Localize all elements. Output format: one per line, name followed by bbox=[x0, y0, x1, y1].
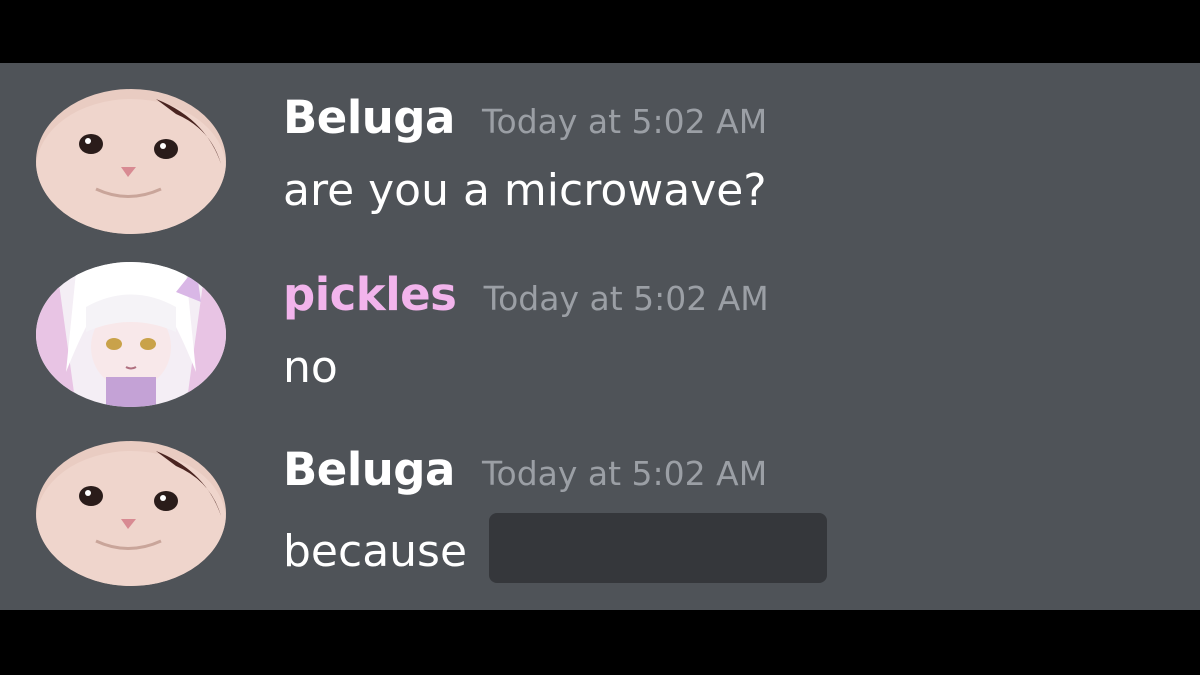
timestamp: Today at 5:02 AM bbox=[481, 102, 768, 141]
message-header: pickles Today at 5:02 AM bbox=[283, 268, 769, 321]
message-header: Beluga Today at 5:02 AM bbox=[283, 91, 767, 144]
message-content: no bbox=[283, 342, 338, 393]
message-item: Beluga Today at 5:02 AM are you a microw… bbox=[0, 81, 1200, 234]
timestamp: Today at 5:02 AM bbox=[481, 454, 768, 493]
message-item: Beluga Today at 5:02 AM because bbox=[0, 433, 1200, 586]
message-content: are you a microwave? bbox=[283, 165, 767, 216]
message-header: Beluga Today at 5:02 AM bbox=[283, 443, 767, 496]
spoiler-block[interactable] bbox=[489, 513, 828, 583]
chat-message-list: Beluga Today at 5:02 AM are you a microw… bbox=[0, 63, 1200, 610]
username[interactable]: Beluga bbox=[283, 91, 455, 144]
message-item: pickles Today at 5:02 AM no bbox=[0, 256, 1200, 407]
message-text: because bbox=[283, 526, 468, 577]
letterbox-top bbox=[0, 0, 1200, 63]
username[interactable]: Beluga bbox=[283, 443, 455, 496]
timestamp: Today at 5:02 AM bbox=[483, 279, 769, 318]
username[interactable]: pickles bbox=[283, 268, 457, 321]
message-content: because bbox=[283, 513, 828, 589]
letterbox-bottom bbox=[0, 610, 1200, 675]
cat-avatar-icon[interactable] bbox=[36, 441, 226, 586]
cat-avatar-icon[interactable] bbox=[36, 89, 226, 234]
anime-girl-avatar-icon[interactable] bbox=[36, 262, 226, 407]
